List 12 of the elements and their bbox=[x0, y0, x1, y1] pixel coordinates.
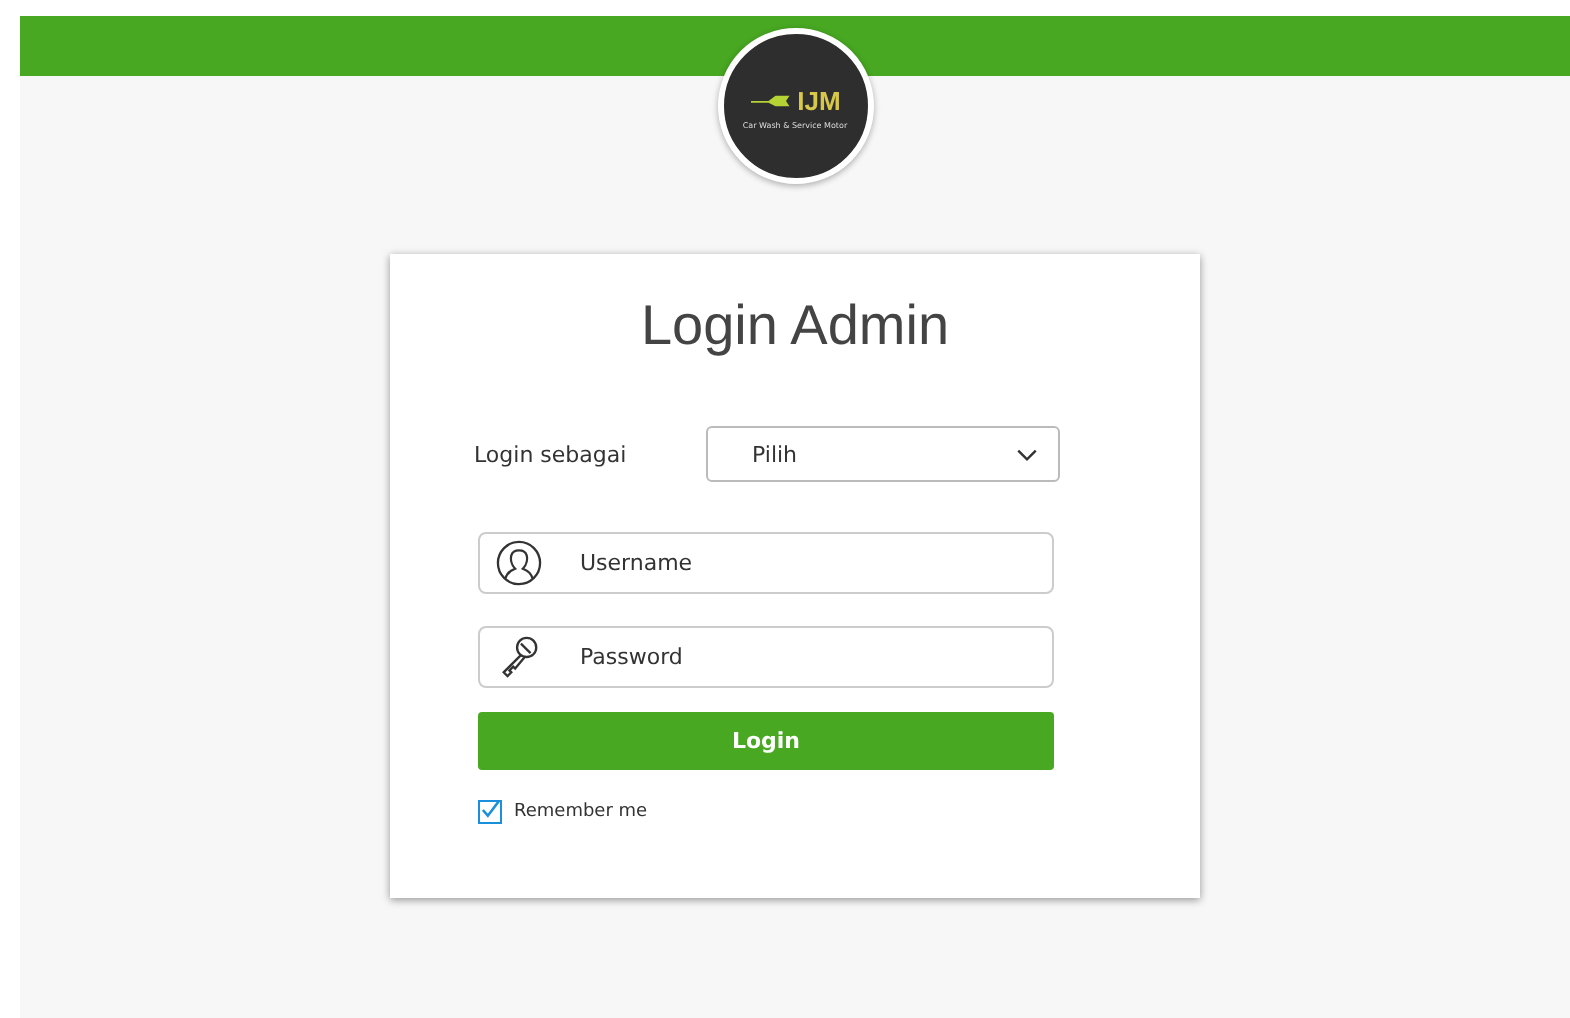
role-dropdown[interactable]: Pilih bbox=[706, 426, 1060, 482]
role-label: Login sebagai bbox=[474, 441, 629, 467]
key-icon bbox=[496, 634, 542, 680]
chevron-down-icon bbox=[1016, 447, 1038, 461]
remember-label: Remember me bbox=[514, 802, 648, 822]
logo-text: IJM bbox=[797, 87, 841, 113]
remember-checkbox[interactable] bbox=[478, 800, 502, 824]
username-field[interactable]: Username bbox=[478, 532, 1054, 594]
user-icon bbox=[496, 540, 542, 586]
login-title: Login Admin bbox=[638, 294, 952, 358]
password-field[interactable]: Password bbox=[478, 626, 1054, 688]
speed-streak-icon bbox=[749, 93, 794, 107]
